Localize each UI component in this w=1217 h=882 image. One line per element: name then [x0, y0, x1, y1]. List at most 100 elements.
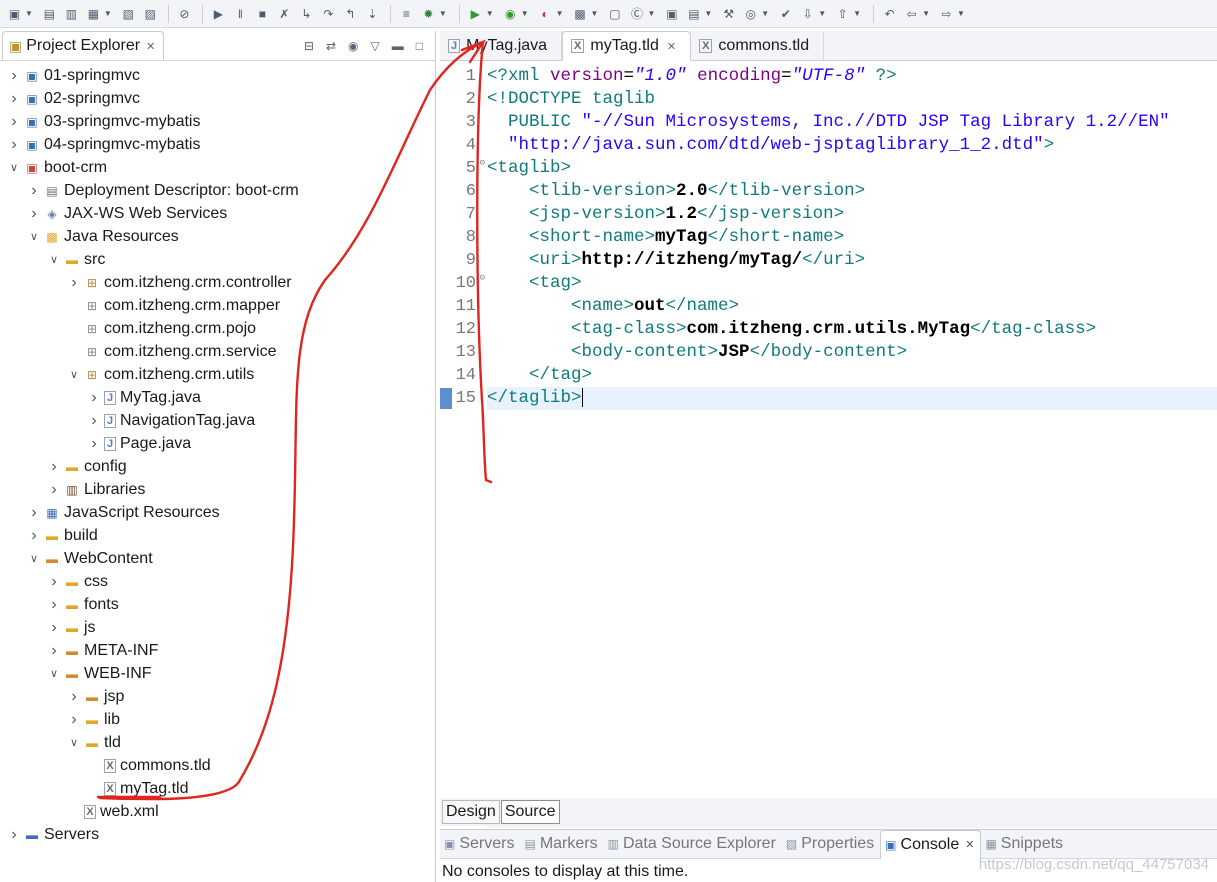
- tab-data-source-explorer[interactable]: ▥ Data Source Explorer: [604, 830, 782, 859]
- tab-commons-tld[interactable]: Xcommons.tld: [691, 31, 825, 60]
- tree-item-servers[interactable]: › ▬ Servers: [0, 823, 435, 846]
- tree-item-02-springmvc[interactable]: › ▣ 02-springmvc: [0, 87, 435, 110]
- close-icon[interactable]: ✕: [146, 40, 155, 53]
- expanded-chevron-icon[interactable]: ∨: [48, 667, 60, 680]
- forward-icon[interactable]: ⇨: [938, 5, 955, 22]
- print-icon[interactable]: ▦: [85, 5, 102, 22]
- tree-item-css[interactable]: › ▬ css: [0, 570, 435, 593]
- project-explorer-tab[interactable]: ▣ Project Explorer ✕: [2, 31, 165, 60]
- collapsed-chevron-icon[interactable]: ›: [88, 389, 100, 407]
- tab-mytag-tld[interactable]: XmyTag.tld ✕: [562, 31, 692, 61]
- tree-item-src[interactable]: ∨ ▬ src: [0, 248, 435, 271]
- tab-properties[interactable]: ▧ Properties: [782, 830, 880, 859]
- save-all-icon[interactable]: ▥: [63, 5, 80, 22]
- collapsed-chevron-icon[interactable]: ›: [88, 435, 100, 453]
- next-annotation-icon[interactable]: ⇩: [799, 5, 816, 22]
- tree-item-com-itzheng-crm-pojo[interactable]: ⊞ com.itzheng.crm.pojo: [0, 317, 435, 340]
- search-icon[interactable]: ⚒: [720, 5, 737, 22]
- tree-item-boot-crm[interactable]: ∨ ▣ boot-crm: [0, 156, 435, 179]
- tree-item-navigationtag-java[interactable]: › J NavigationTag.java: [0, 409, 435, 432]
- collapsed-chevron-icon[interactable]: ›: [48, 573, 60, 591]
- tree-item-com-itzheng-crm-utils[interactable]: ∨ ⊞ com.itzheng.crm.utils: [0, 363, 435, 386]
- tab-snippets[interactable]: ▦ Snippets: [981, 830, 1069, 859]
- maximize-icon[interactable]: □: [416, 39, 423, 53]
- collapsed-chevron-icon[interactable]: ›: [8, 67, 20, 85]
- dropdown-arrow-icon[interactable]: ▼: [104, 9, 112, 18]
- tree-item-web-inf[interactable]: ∨ ▬ WEB-INF: [0, 662, 435, 685]
- tree-item-deployment-descriptor-boot-crm[interactable]: › ▤ Deployment Descriptor: boot-crm: [0, 179, 435, 202]
- tree-item-page-java[interactable]: › J Page.java: [0, 432, 435, 455]
- collapsed-chevron-icon[interactable]: ›: [28, 205, 40, 223]
- tree-item-meta-inf[interactable]: › ▬ META-INF: [0, 639, 435, 662]
- resume-icon[interactable]: ▶: [210, 5, 227, 22]
- open-task-icon[interactable]: ▤: [685, 5, 702, 22]
- tree-item-web-xml[interactable]: Xweb.xml: [0, 800, 435, 823]
- expanded-chevron-icon[interactable]: ∨: [28, 230, 40, 243]
- web-browser-icon[interactable]: ◎: [742, 5, 759, 22]
- back-icon[interactable]: ⇦: [903, 5, 920, 22]
- collapsed-chevron-icon[interactable]: ›: [28, 527, 40, 545]
- run-icon[interactable]: ▶: [467, 5, 484, 22]
- tree-item-mytag-tld[interactable]: XmyTag.tld: [0, 777, 435, 800]
- dropdown-arrow-icon[interactable]: ▼: [521, 9, 529, 18]
- tab-mytag-java[interactable]: J MyTag.java: [440, 31, 563, 60]
- tree-item-com-itzheng-crm-service[interactable]: ⊞ com.itzheng.crm.service: [0, 340, 435, 363]
- tree-item-03-springmvc-mybatis[interactable]: › ▣ 03-springmvc-mybatis: [0, 110, 435, 133]
- collapsed-chevron-icon[interactable]: ›: [68, 688, 80, 706]
- open-type-icon[interactable]: ▣: [663, 5, 680, 22]
- step-into-icon[interactable]: ↳: [298, 5, 315, 22]
- tree-item-lib[interactable]: › ▬ lib: [0, 708, 435, 731]
- step-over-icon[interactable]: ↷: [320, 5, 337, 22]
- collapsed-chevron-icon[interactable]: ›: [48, 642, 60, 660]
- collapsed-chevron-icon[interactable]: ›: [48, 619, 60, 637]
- coverage-icon[interactable]: ◐: [537, 5, 554, 22]
- expanded-chevron-icon[interactable]: ∨: [68, 368, 80, 381]
- view-menu-icon[interactable]: ▽: [371, 39, 380, 53]
- tree-item-javascript-resources[interactable]: › ▦ JavaScript Resources: [0, 501, 435, 524]
- expanded-chevron-icon[interactable]: ∨: [68, 736, 80, 749]
- suspend-icon[interactable]: ‖: [232, 5, 249, 22]
- tree-item-com-itzheng-crm-controller[interactable]: › ⊞ com.itzheng.crm.controller: [0, 271, 435, 294]
- dropdown-arrow-icon[interactable]: ▼: [486, 9, 494, 18]
- terminal-icon[interactable]: ▨: [142, 5, 159, 22]
- new-server-icon[interactable]: ▩: [572, 5, 589, 22]
- tree-item-libraries[interactable]: › ▥ Libraries: [0, 478, 435, 501]
- expanded-chevron-icon[interactable]: ∨: [8, 161, 20, 174]
- new-package-icon[interactable]: ▢: [606, 5, 623, 22]
- tree-item-webcontent[interactable]: ∨ ▬ WebContent: [0, 547, 435, 570]
- tree-item-jsp[interactable]: › ▬ jsp: [0, 685, 435, 708]
- tree-item-jax-ws-web-services[interactable]: › ◈ JAX-WS Web Services: [0, 202, 435, 225]
- dropdown-arrow-icon[interactable]: ▼: [556, 9, 564, 18]
- dropdown-arrow-icon[interactable]: ▼: [591, 9, 599, 18]
- collapse-all-icon[interactable]: ⊟: [304, 39, 314, 53]
- tab-servers[interactable]: ▣ Servers: [440, 830, 520, 859]
- tree-item-config[interactable]: › ▬ config: [0, 455, 435, 478]
- collapsed-chevron-icon[interactable]: ›: [48, 458, 60, 476]
- new-icon[interactable]: ▣: [6, 5, 23, 22]
- collapsed-chevron-icon[interactable]: ›: [8, 826, 20, 844]
- collapsed-chevron-icon[interactable]: ›: [8, 113, 20, 131]
- dropdown-arrow-icon[interactable]: ▼: [922, 9, 930, 18]
- fold-toggle-icon[interactable]: ⊝: [480, 267, 485, 290]
- toggle-mark-icon[interactable]: ✔: [777, 5, 794, 22]
- dropdown-arrow-icon[interactable]: ▼: [853, 9, 861, 18]
- link-with-editor-icon[interactable]: ⇄: [326, 39, 336, 53]
- dropdown-arrow-icon[interactable]: ▼: [761, 9, 769, 18]
- dropdown-arrow-icon[interactable]: ▼: [957, 9, 965, 18]
- tree-item-java-resources[interactable]: ∨ ▩ Java Resources: [0, 225, 435, 248]
- dropdown-arrow-icon[interactable]: ▼: [647, 9, 655, 18]
- expanded-chevron-icon[interactable]: ∨: [28, 552, 40, 565]
- expanded-chevron-icon[interactable]: ∨: [48, 253, 60, 266]
- collapsed-chevron-icon[interactable]: ›: [68, 274, 80, 292]
- last-edit-icon[interactable]: ↶: [881, 5, 898, 22]
- minimize-icon[interactable]: ▬: [392, 39, 404, 53]
- close-icon[interactable]: ✕: [667, 40, 676, 53]
- drop-frame-icon[interactable]: ⇣: [364, 5, 381, 22]
- collapsed-chevron-icon[interactable]: ›: [88, 412, 100, 430]
- dropdown-arrow-icon[interactable]: ▼: [818, 9, 826, 18]
- collapsed-chevron-icon[interactable]: ›: [28, 182, 40, 200]
- design-tab[interactable]: Design: [442, 800, 500, 824]
- tree-item-01-springmvc[interactable]: › ▣ 01-springmvc: [0, 64, 435, 87]
- close-icon[interactable]: ✕: [965, 838, 974, 851]
- prev-annotation-icon[interactable]: ⇧: [834, 5, 851, 22]
